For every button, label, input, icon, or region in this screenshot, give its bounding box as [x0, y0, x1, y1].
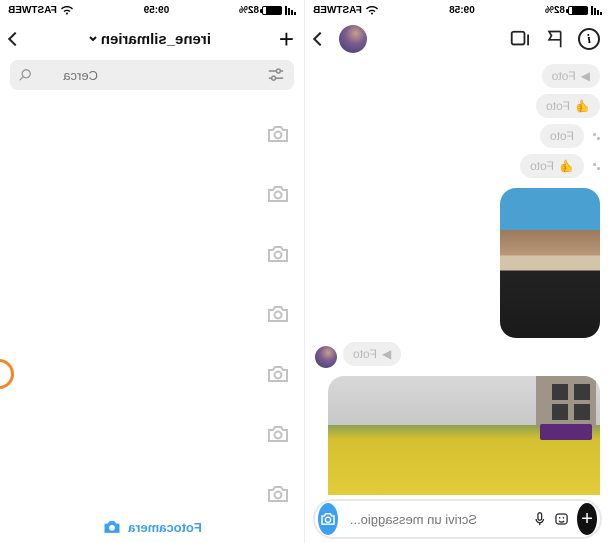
- carrier-label: FASTWEB: [313, 5, 362, 16]
- signal-icon: [591, 6, 602, 15]
- multi-square-icon[interactable]: [508, 29, 530, 49]
- camera-button[interactable]: [318, 503, 338, 535]
- camera-icon[interactable]: [266, 122, 290, 146]
- compose-button[interactable]: +: [279, 24, 294, 55]
- chat-panel: 82% 09:58 FASTWEB i ▶Foto 👍Foto Foto 👍Fo…: [305, 0, 610, 543]
- camera-icon[interactable]: [266, 482, 290, 506]
- inbox-panel: 82% 09:59 FASTWEB + irene_silmarien: [0, 0, 305, 543]
- camera-icon[interactable]: [266, 242, 290, 266]
- plus-button[interactable]: +: [577, 503, 597, 535]
- battery-percent: 82%: [239, 5, 259, 16]
- battery-icon: [568, 6, 588, 15]
- received-photo[interactable]: [328, 376, 600, 495]
- list-item[interactable]: [0, 404, 304, 464]
- received-photo[interactable]: [500, 188, 600, 338]
- battery-percent: 82%: [545, 5, 565, 16]
- inbox-header: + irene_silmarien: [0, 18, 304, 60]
- status-bar: 82% 09:58 FASTWEB: [305, 0, 610, 18]
- mic-icon[interactable]: [534, 507, 546, 531]
- chevron-right-icon[interactable]: [313, 32, 327, 46]
- carrier-label: FASTWEB: [8, 5, 57, 16]
- list-item[interactable]: [0, 224, 304, 284]
- wifi-icon: [365, 5, 379, 15]
- clock: 09:59: [144, 5, 170, 16]
- list-item[interactable]: [0, 464, 304, 524]
- signal-icon: [285, 6, 296, 15]
- list-item[interactable]: [0, 284, 304, 344]
- chat-messages: ▶Foto 👍Foto Foto 👍Foto ▶Foto: [305, 60, 610, 495]
- username-dropdown[interactable]: irene_silmarien: [28, 31, 271, 48]
- camera-icon[interactable]: [266, 182, 290, 206]
- camera-icon[interactable]: [266, 422, 290, 446]
- story-ring[interactable]: [0, 359, 14, 389]
- flag-icon[interactable]: [544, 29, 564, 49]
- loading-icon: [588, 133, 600, 145]
- chevron-down-icon: [88, 34, 98, 44]
- message-composer: +: [313, 499, 602, 539]
- camera-footer-button[interactable]: Fotocamera: [0, 517, 304, 537]
- wifi-icon: [60, 5, 74, 15]
- camera-icon[interactable]: [266, 302, 290, 326]
- message-input[interactable]: [346, 512, 526, 527]
- photo-pill[interactable]: ▶Foto: [542, 64, 600, 88]
- search-icon: [18, 68, 32, 82]
- photo-pill[interactable]: Foto: [540, 124, 584, 148]
- search-bar[interactable]: [10, 60, 294, 90]
- chevron-right-icon[interactable]: [8, 32, 22, 46]
- camera-icon[interactable]: [266, 362, 290, 386]
- avatar[interactable]: [339, 25, 367, 53]
- clock: 09:58: [449, 5, 475, 16]
- loading-icon: [588, 163, 600, 175]
- list-item[interactable]: [0, 344, 304, 404]
- list-item[interactable]: [0, 164, 304, 224]
- status-bar: 82% 09:59 FASTWEB: [0, 0, 304, 18]
- avatar: [315, 346, 337, 368]
- photo-pill[interactable]: 👍Foto: [520, 154, 584, 178]
- gallery-icon[interactable]: [554, 507, 569, 531]
- filter-icon[interactable]: [266, 67, 286, 83]
- chat-header: i: [305, 18, 610, 60]
- camera-icon: [102, 517, 122, 537]
- photo-pill[interactable]: 👍Foto: [536, 94, 600, 118]
- search-input[interactable]: [38, 68, 98, 83]
- conversation-list: [0, 104, 304, 507]
- list-item[interactable]: [0, 104, 304, 164]
- info-icon[interactable]: i: [578, 28, 600, 50]
- photo-pill[interactable]: ▶Foto: [343, 342, 401, 366]
- battery-icon: [262, 6, 282, 15]
